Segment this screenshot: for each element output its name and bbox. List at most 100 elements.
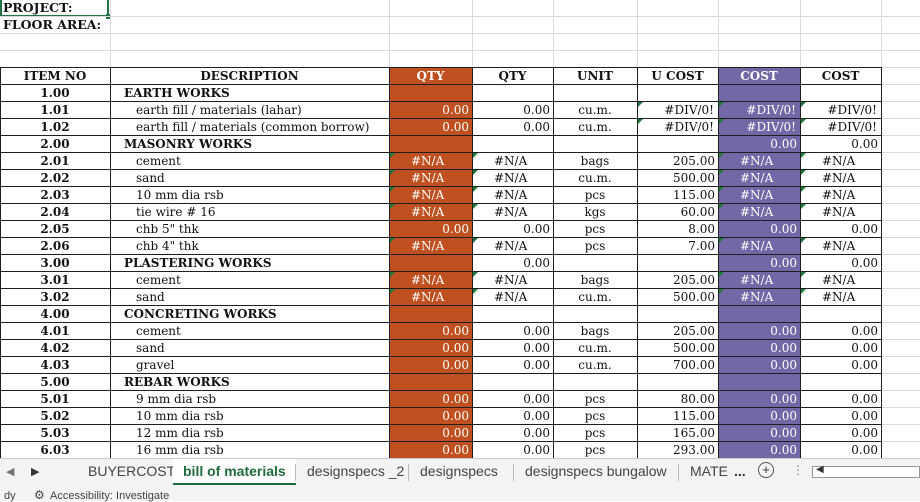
unit-cost-cell[interactable]: 60.00 bbox=[639, 204, 715, 220]
description-cell[interactable]: cement bbox=[136, 153, 387, 169]
unit-cost-cell[interactable]: 500.00 bbox=[639, 340, 715, 356]
description-cell[interactable]: 12 mm dia rsb bbox=[136, 425, 387, 441]
cost-cell[interactable]: 0.00 bbox=[720, 323, 797, 339]
cost-cell[interactable]: 0.00 bbox=[720, 357, 797, 373]
unit-cost-cell[interactable]: 115.00 bbox=[639, 187, 715, 203]
column-header[interactable]: COST bbox=[801, 68, 880, 84]
qty-cell[interactable]: 0.00 bbox=[391, 323, 469, 339]
unit-cell[interactable]: bags bbox=[554, 323, 636, 339]
item-no-cell[interactable]: 2.05 bbox=[1, 221, 109, 237]
qty-cell[interactable]: #N/A bbox=[411, 153, 470, 169]
item-no-cell[interactable]: 1.01 bbox=[1, 102, 109, 118]
sheet-tab[interactable]: designspecs bungalow bbox=[515, 459, 677, 486]
cost-alt-cell[interactable]: #N/A bbox=[822, 187, 879, 203]
unit-cost-cell[interactable] bbox=[639, 136, 715, 152]
spreadsheet-grid[interactable]: PROJECT: FLOOR AREA: ITEM NO DESCRIPTION Q… bbox=[0, 0, 920, 458]
sheet-tab[interactable]: MATE bbox=[680, 459, 738, 486]
qty-alt-cell[interactable]: 0.00 bbox=[474, 340, 550, 356]
description-cell[interactable]: earth fill / materials (common borrow) bbox=[136, 119, 387, 135]
cost-alt-cell[interactable] bbox=[802, 374, 878, 390]
description-cell[interactable]: cement bbox=[136, 323, 387, 339]
qty-alt-cell[interactable]: 0.00 bbox=[474, 221, 550, 237]
unit-cell[interactable]: pcs bbox=[554, 187, 636, 203]
column-header[interactable]: QTY bbox=[473, 68, 552, 84]
unit-cell[interactable] bbox=[554, 255, 636, 271]
cost-cell[interactable]: #DIV/0! bbox=[720, 102, 796, 118]
unit-cell[interactable]: cu.m. bbox=[554, 357, 636, 373]
qty-cell[interactable]: 0.00 bbox=[391, 340, 469, 356]
cost-cell[interactable]: 0.00 bbox=[720, 136, 797, 152]
unit-cell[interactable]: cu.m. bbox=[554, 170, 636, 186]
qty-alt-cell[interactable]: 0.00 bbox=[474, 102, 550, 118]
cost-alt-cell[interactable]: 0.00 bbox=[802, 408, 878, 424]
accessibility-icon[interactable]: ⚙ bbox=[34, 488, 45, 502]
next-sheet-icon[interactable]: ▶ bbox=[31, 465, 39, 478]
qty-alt-cell[interactable]: #N/A bbox=[494, 238, 551, 254]
item-no-cell[interactable]: 4.02 bbox=[1, 340, 109, 356]
item-no-cell[interactable]: 2.04 bbox=[1, 204, 109, 220]
qty-alt-cell[interactable] bbox=[474, 306, 550, 322]
unit-cell[interactable]: bags bbox=[554, 272, 636, 288]
cost-alt-cell[interactable]: #N/A bbox=[822, 153, 879, 169]
qty-cell[interactable]: 0.00 bbox=[391, 102, 469, 118]
cost-cell[interactable]: 0.00 bbox=[720, 442, 797, 458]
unit-cost-cell[interactable]: 205.00 bbox=[639, 323, 715, 339]
cost-alt-cell[interactable]: 0.00 bbox=[802, 391, 878, 407]
unit-cell[interactable] bbox=[554, 136, 636, 152]
qty-cell[interactable]: 0.00 bbox=[391, 119, 469, 135]
cost-alt-cell[interactable]: #N/A bbox=[822, 170, 879, 186]
qty-alt-cell[interactable]: #N/A bbox=[494, 170, 551, 186]
item-no-cell[interactable]: 5.01 bbox=[1, 391, 109, 407]
description-cell[interactable]: 10 mm dia rsb bbox=[136, 408, 387, 424]
qty-cell[interactable]: 0.00 bbox=[391, 442, 469, 458]
cost-cell[interactable]: 0.00 bbox=[720, 425, 797, 441]
sheet-tab[interactable]: designspecs bbox=[410, 459, 508, 486]
cost-cell[interactable]: 0.00 bbox=[720, 340, 797, 356]
cost-alt-cell[interactable]: 0.00 bbox=[802, 442, 878, 458]
qty-cell[interactable]: #N/A bbox=[411, 204, 470, 220]
column-header[interactable]: DESCRIPTION bbox=[111, 68, 388, 84]
sheet-tab[interactable]: BUYERCOST bbox=[78, 459, 185, 486]
unit-cost-cell[interactable]: 500.00 bbox=[639, 170, 715, 186]
qty-cell[interactable]: 0.00 bbox=[391, 408, 469, 424]
vertical-dots-icon[interactable]: ⋮ bbox=[792, 463, 804, 477]
qty-alt-cell[interactable]: #N/A bbox=[494, 153, 551, 169]
unit-cell[interactable]: cu.m. bbox=[554, 340, 636, 356]
qty-cell[interactable]: 0.00 bbox=[391, 221, 469, 237]
accessibility-status[interactable]: Accessibility: Investigate bbox=[50, 490, 169, 502]
description-cell[interactable]: 9 mm dia rsb bbox=[136, 391, 387, 407]
cost-alt-cell[interactable]: 0.00 bbox=[802, 221, 878, 237]
description-cell[interactable]: chb 4" thk bbox=[136, 238, 387, 254]
unit-cost-cell[interactable] bbox=[639, 306, 715, 322]
item-no-cell[interactable]: 3.02 bbox=[1, 289, 109, 305]
column-header[interactable]: QTY bbox=[390, 68, 471, 84]
cost-cell[interactable]: #DIV/0! bbox=[720, 119, 796, 135]
cost-alt-cell[interactable] bbox=[802, 306, 878, 322]
unit-cost-cell[interactable] bbox=[639, 85, 715, 101]
qty-alt-cell[interactable] bbox=[474, 374, 550, 390]
cost-cell[interactable]: #N/A bbox=[740, 289, 798, 305]
cost-cell[interactable]: #N/A bbox=[740, 272, 798, 288]
unit-cost-cell[interactable]: 165.00 bbox=[639, 425, 715, 441]
qty-alt-cell[interactable]: #N/A bbox=[494, 204, 551, 220]
item-no-cell[interactable]: 4.03 bbox=[1, 357, 109, 373]
qty-cell[interactable]: 0.00 bbox=[391, 425, 469, 441]
item-no-cell[interactable]: 4.01 bbox=[1, 323, 109, 339]
qty-cell[interactable] bbox=[391, 85, 469, 101]
cost-cell[interactable]: #N/A bbox=[740, 170, 798, 186]
qty-alt-cell[interactable]: 0.00 bbox=[474, 323, 550, 339]
description-cell[interactable]: 16 mm dia rsb bbox=[136, 442, 387, 458]
qty-alt-cell[interactable]: 0.00 bbox=[474, 255, 550, 271]
unit-cost-cell[interactable]: 8.00 bbox=[639, 221, 715, 237]
cost-alt-cell[interactable]: 0.00 bbox=[802, 255, 878, 271]
sheet-tab[interactable]: bill of materials bbox=[173, 459, 296, 486]
unit-cell[interactable]: pcs bbox=[554, 442, 636, 458]
description-cell[interactable]: sand bbox=[136, 289, 387, 305]
prev-sheet-icon[interactable]: ◀ bbox=[6, 465, 14, 478]
qty-cell[interactable]: #N/A bbox=[411, 238, 470, 254]
unit-cell[interactable]: bags bbox=[554, 153, 636, 169]
cost-alt-cell[interactable]: 0.00 bbox=[802, 323, 878, 339]
qty-cell[interactable] bbox=[391, 306, 469, 322]
cost-cell[interactable]: 0.00 bbox=[720, 255, 797, 271]
item-no-cell[interactable]: 2.06 bbox=[1, 238, 109, 254]
